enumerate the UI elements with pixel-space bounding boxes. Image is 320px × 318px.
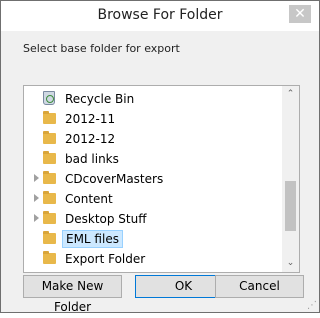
tree-item-label: EML files: [62, 230, 123, 248]
close-icon[interactable]: ✕: [289, 5, 311, 23]
tree-item-label: Export Folder: [65, 252, 146, 266]
folder-icon: [43, 111, 56, 124]
expand-arrow-icon[interactable]: [34, 194, 39, 202]
folder-icon: [43, 151, 56, 164]
tree-item[interactable]: CDcoverMasters: [24, 169, 281, 189]
tree-item-label: CDcoverMasters: [65, 172, 164, 186]
folder-tree[interactable]: Recycle Bin 2012-11 2012-12 bad links CDcove…: [23, 85, 300, 273]
scroll-thumb[interactable]: [285, 181, 296, 231]
tree-item[interactable]: Desktop Stuff: [24, 209, 281, 229]
folder-icon: [43, 211, 56, 224]
resize-grip-icon[interactable]: ⋰: [307, 300, 317, 311]
scroll-down-icon[interactable]: ⌄: [282, 255, 299, 272]
expand-arrow-icon[interactable]: [34, 214, 39, 222]
tree-item[interactable]: Export Folder: [24, 249, 281, 269]
folder-icon: [43, 171, 56, 184]
folder-icon: [43, 191, 56, 204]
title-bar[interactable]: Browse For Folder ✕: [1, 1, 319, 31]
make-new-folder-button[interactable]: Make New Folder: [23, 275, 122, 314]
browse-for-folder-dialog: Browse For Folder ✕ Select base folder f…: [0, 0, 320, 314]
cancel-button[interactable]: Cancel: [215, 275, 304, 298]
tree-item[interactable]: EML files: [24, 229, 281, 249]
folder-icon: [43, 251, 56, 264]
recycle-bin-icon: [43, 91, 55, 105]
instruction-text: Select base folder for export: [23, 42, 180, 55]
scroll-up-icon[interactable]: ⌃: [282, 86, 299, 103]
tree-item[interactable]: Content: [24, 189, 281, 209]
expand-arrow-icon[interactable]: [34, 174, 39, 182]
tree-item[interactable]: Recycle Bin: [24, 89, 281, 109]
tree-item-label: 2012-11: [65, 112, 116, 126]
vertical-scrollbar[interactable]: ⌃ ⌄: [282, 86, 299, 272]
tree-item[interactable]: 2012-12: [24, 129, 281, 149]
folder-icon: [43, 131, 56, 144]
tree-item[interactable]: bad links: [24, 149, 281, 169]
tree-item[interactable]: 2012-11: [24, 109, 281, 129]
dialog-title: Browse For Folder: [97, 7, 223, 23]
tree-item-label: 2012-12: [65, 132, 116, 146]
tree-item-label: Recycle Bin: [65, 92, 135, 106]
folder-icon: [43, 231, 56, 244]
tree-item-label: Content: [65, 192, 113, 206]
tree-item-label: bad links: [65, 152, 119, 166]
dialog-body: Select base folder for export Recycle Bi…: [1, 31, 319, 314]
tree-item-label: Desktop Stuff: [65, 212, 147, 226]
